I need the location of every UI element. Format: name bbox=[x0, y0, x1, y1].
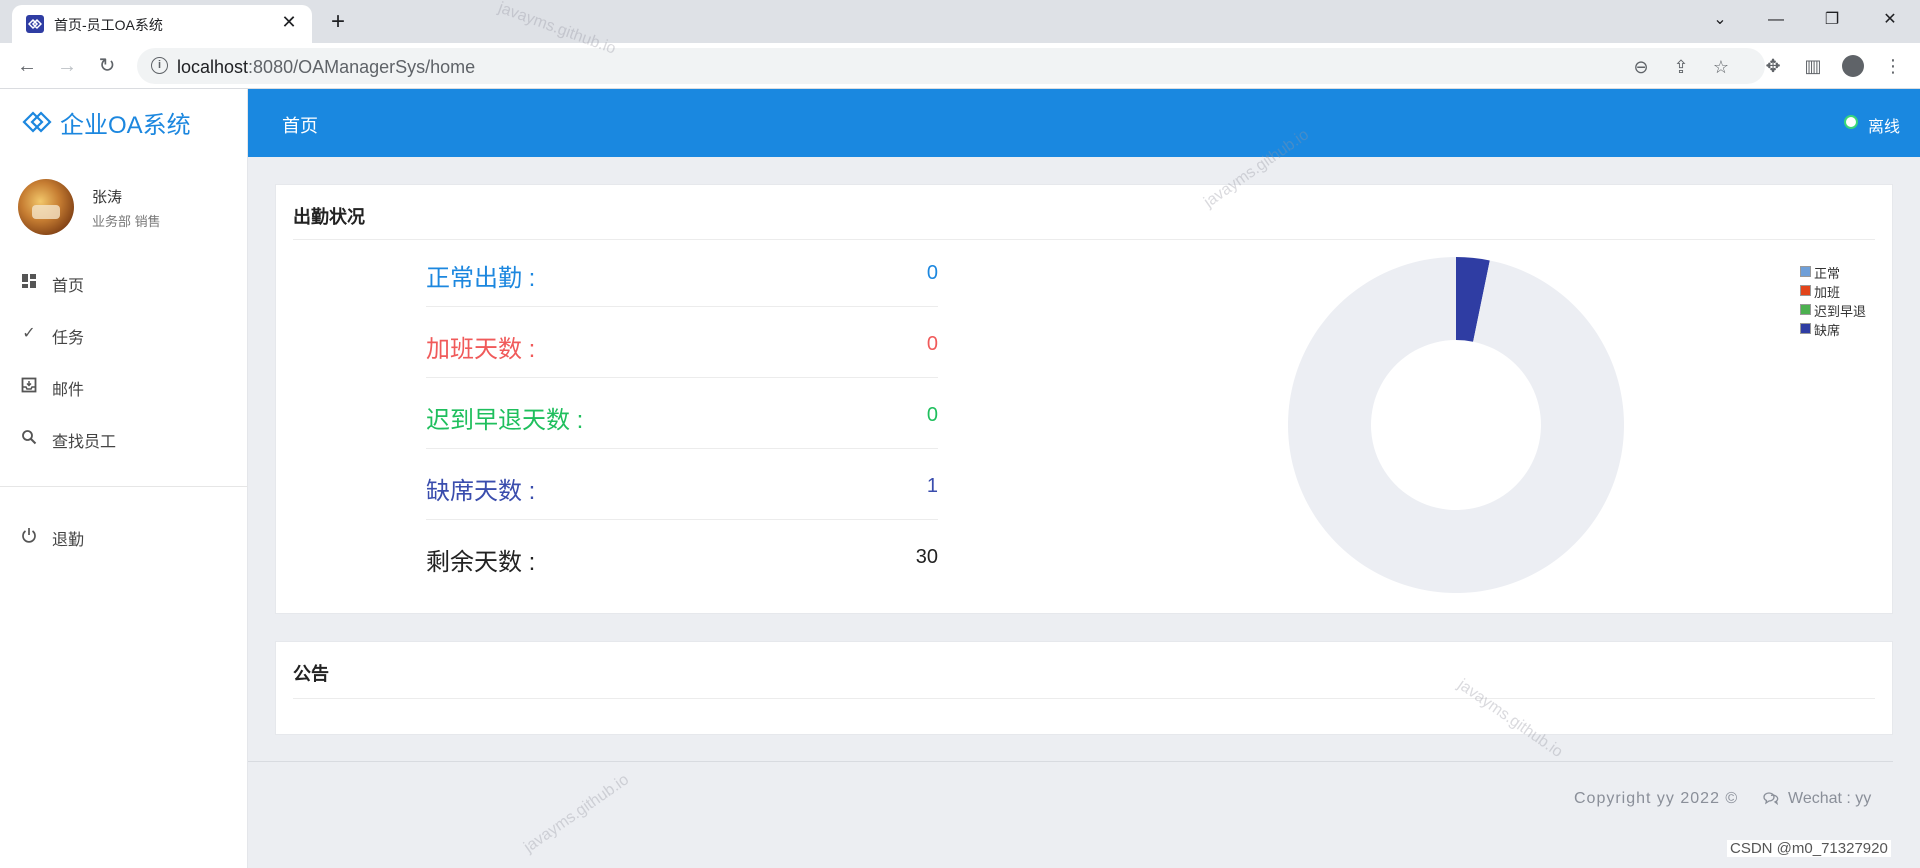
check-icon: ✓ bbox=[22, 325, 36, 342]
sidebar-item-label: 邮件 bbox=[52, 382, 85, 399]
stat-value: 0 bbox=[926, 333, 938, 355]
browser-menu-icon[interactable]: ⋮ bbox=[1880, 53, 1906, 79]
dashboard-icon bbox=[20, 273, 38, 291]
forward-icon[interactable]: → bbox=[52, 51, 82, 81]
extensions-icon[interactable]: ✥ bbox=[1760, 53, 1786, 79]
brand-logo[interactable]: 企业OA系统 bbox=[22, 107, 191, 139]
row-divider bbox=[426, 519, 938, 520]
legend-label: 缺席 bbox=[1814, 323, 1841, 338]
card-divider bbox=[293, 698, 1875, 699]
browser-tab[interactable]: 首页-员工OA系统 ✕ bbox=[12, 5, 312, 43]
minimize-icon[interactable]: — bbox=[1756, 4, 1796, 36]
sidebar-item-tasks[interactable]: ✓ 任务 bbox=[0, 314, 248, 354]
row-divider bbox=[426, 377, 938, 378]
tab-title: 首页-员工OA系统 bbox=[54, 17, 163, 33]
legend-item-normal[interactable]: 正常 bbox=[1800, 263, 1890, 282]
stat-row-late: 迟到早退天数 : 0 bbox=[426, 382, 938, 452]
stat-label: 缺席天数 : bbox=[426, 478, 536, 505]
legend-swatch bbox=[1800, 304, 1811, 315]
address-bar[interactable]: i localhost:8080/OAManagerSys/home ⊖ ⇪ ☆ bbox=[137, 48, 1765, 84]
power-icon bbox=[20, 527, 38, 545]
notice-card: 公告 bbox=[275, 641, 1893, 735]
browser-toolbar: ← → ↻ i localhost:8080/OAManagerSys/home… bbox=[0, 43, 1920, 89]
stat-label: 迟到早退天数 : bbox=[426, 407, 584, 434]
site-favicon-icon bbox=[26, 15, 44, 33]
sidebar-item-clock-out[interactable]: 退勤 bbox=[0, 516, 248, 556]
row-divider bbox=[426, 306, 938, 307]
user-department: 业务部 销售 bbox=[92, 214, 161, 229]
attendance-card: 出勤状况 正常出勤 : 0 加班天数 : 0 迟到早退天数 : 0 缺席天数 :… bbox=[275, 184, 1893, 614]
sidebar-item-label: 首页 bbox=[52, 278, 85, 295]
legend-label: 迟到早退 bbox=[1814, 304, 1867, 319]
stat-value: 1 bbox=[926, 475, 938, 497]
chat-bubbles-icon bbox=[1763, 792, 1779, 806]
browser-tab-strip: 首页-员工OA系统 ✕ + ⌄ — ❐ ✕ bbox=[0, 0, 1920, 43]
stat-row-absent: 缺席天数 : 1 bbox=[426, 453, 938, 523]
stat-label: 加班天数 : bbox=[426, 336, 536, 363]
watermark-text: javayms.github.io bbox=[521, 771, 633, 857]
avatar[interactable] bbox=[18, 179, 74, 235]
stat-label: 剩余天数 : bbox=[426, 549, 536, 576]
donut-slice-remainder[interactable] bbox=[1288, 257, 1624, 593]
back-icon[interactable]: ← bbox=[12, 51, 42, 81]
status-text[interactable]: 离线 bbox=[1868, 113, 1900, 137]
reload-icon[interactable]: ↻ bbox=[92, 51, 122, 81]
sidebar-item-label: 退勤 bbox=[52, 532, 85, 549]
sidebar-item-home[interactable]: 首页 bbox=[0, 262, 248, 302]
brand-diamond-icon bbox=[22, 111, 52, 133]
zoom-icon[interactable]: ⊖ bbox=[1629, 55, 1653, 79]
restore-icon[interactable]: ❐ bbox=[1812, 4, 1852, 36]
tab-close-icon[interactable]: ✕ bbox=[278, 11, 300, 33]
legend-label: 加班 bbox=[1814, 285, 1841, 300]
tab-search-icon[interactable]: ⌄ bbox=[1700, 4, 1740, 36]
csdn-watermark: CSDN @m0_71327920 bbox=[1727, 840, 1891, 857]
notice-title: 公告 bbox=[293, 664, 329, 684]
site-info-icon[interactable]: i bbox=[151, 57, 168, 74]
stat-value: 0 bbox=[926, 262, 938, 284]
legend-swatch bbox=[1800, 266, 1811, 277]
sidebar-item-find-employee[interactable]: 查找员工 bbox=[0, 418, 248, 458]
row-divider bbox=[426, 448, 938, 449]
user-name: 张涛 bbox=[92, 189, 123, 206]
brand-name: 企业OA系统 bbox=[60, 111, 191, 139]
side-panel-icon[interactable]: ▥ bbox=[1800, 53, 1826, 79]
sidebar-item-mail[interactable]: 邮件 bbox=[0, 366, 248, 406]
legend-item-late[interactable]: 迟到早退 bbox=[1800, 301, 1890, 320]
footer-wechat: Wechat : yy bbox=[1762, 790, 1871, 808]
page-title: 首页 bbox=[282, 116, 318, 136]
share-icon[interactable]: ⇪ bbox=[1669, 55, 1693, 79]
legend-swatch bbox=[1800, 285, 1811, 296]
legend-item-overtime[interactable]: 加班 bbox=[1800, 282, 1890, 301]
legend-swatch bbox=[1800, 323, 1811, 334]
search-icon bbox=[20, 429, 38, 447]
url-text: localhost:8080/OAManagerSys/home bbox=[177, 57, 476, 77]
profile-avatar-icon[interactable] bbox=[1842, 55, 1864, 77]
stat-row-normal: 正常出勤 : 0 bbox=[426, 240, 938, 310]
bookmark-star-icon[interactable]: ☆ bbox=[1709, 55, 1733, 79]
chart-legend: 正常 加班 迟到早退 缺席 bbox=[1800, 263, 1890, 339]
sidebar-item-label: 任务 bbox=[52, 330, 85, 347]
footer-copyright: Copyright yy 2022 © bbox=[1574, 790, 1739, 807]
attendance-donut-chart bbox=[1288, 257, 1624, 593]
stat-value: 0 bbox=[926, 404, 938, 426]
sidebar-divider bbox=[0, 486, 248, 487]
sidebar-item-label: 查找员工 bbox=[52, 434, 117, 451]
new-tab-icon[interactable]: + bbox=[324, 8, 352, 36]
stat-value: 30 bbox=[915, 546, 938, 568]
legend-item-absent[interactable]: 缺席 bbox=[1800, 320, 1890, 339]
stat-row-remaining: 剩余天数 : 30 bbox=[426, 524, 938, 594]
stat-label: 正常出勤 : bbox=[426, 265, 536, 292]
attendance-title: 出勤状况 bbox=[293, 207, 365, 227]
footer-divider bbox=[248, 761, 1893, 762]
sidebar: 企业OA系统 张涛 业务部 销售 首页 ✓ 任务 邮件 查找员工 退勤 bbox=[0, 89, 248, 868]
window-close-icon[interactable]: ✕ bbox=[1870, 4, 1910, 36]
stat-row-overtime: 加班天数 : 0 bbox=[426, 311, 938, 381]
inbox-icon bbox=[20, 377, 38, 395]
legend-label: 正常 bbox=[1814, 266, 1841, 281]
status-circle-icon bbox=[1844, 115, 1858, 129]
top-header: 首页 离线 bbox=[248, 89, 1920, 157]
user-panel: 张涛 业务部 销售 bbox=[18, 179, 238, 239]
